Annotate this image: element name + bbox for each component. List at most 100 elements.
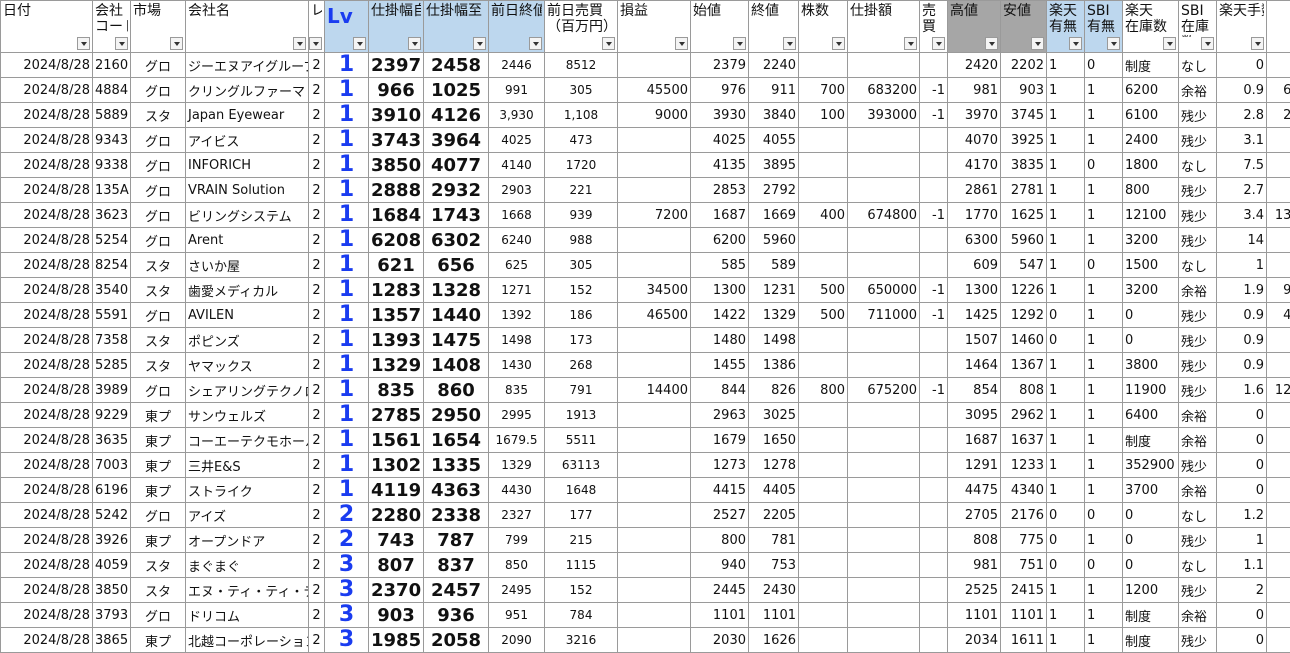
cell-high[interactable]: 981	[947, 77, 1001, 103]
cell-prev-close[interactable]: 625	[488, 252, 545, 278]
cell-rakuten-avail[interactable]: 1	[1046, 377, 1085, 403]
cell-fee-amount[interactable]: 0	[1266, 577, 1290, 603]
cell-company-code[interactable]: 4884	[92, 77, 131, 103]
filter-dropdown-icon[interactable]	[353, 37, 366, 50]
cell-company-code[interactable]: 3865	[92, 627, 131, 653]
cell-close[interactable]: 911	[748, 77, 799, 103]
cell-re[interactable]: 2	[308, 152, 325, 178]
cell-date[interactable]: 2024/8/28	[0, 477, 93, 503]
cell-open[interactable]: 1422	[690, 302, 749, 328]
cell-sbi-stock[interactable]: 余裕	[1178, 277, 1217, 303]
cell-rakuten-fee[interactable]: 0.9	[1216, 327, 1267, 353]
cell-company-code[interactable]: 3540	[92, 277, 131, 303]
cell-position-amount[interactable]: 675200	[847, 377, 920, 403]
cell-profit-loss[interactable]: 14400	[617, 377, 691, 403]
cell-level[interactable]: 1	[324, 427, 369, 453]
cell-shares[interactable]	[798, 252, 848, 278]
cell-shares[interactable]: 800	[798, 377, 848, 403]
cell-profit-loss[interactable]	[617, 502, 691, 528]
cell-close[interactable]: 2205	[748, 502, 799, 528]
cell-entry-to[interactable]: 860	[423, 377, 489, 403]
cell-entry-from[interactable]: 835	[368, 377, 424, 403]
cell-entry-from[interactable]: 1561	[368, 427, 424, 453]
cell-re[interactable]: 2	[308, 52, 325, 78]
cell-re[interactable]: 2	[308, 327, 325, 353]
cell-sbi-stock[interactable]: 残少	[1178, 527, 1217, 553]
cell-entry-to[interactable]: 1408	[423, 352, 489, 378]
cell-shares[interactable]	[798, 152, 848, 178]
cell-rakuten-fee[interactable]: 3.1	[1216, 127, 1267, 153]
cell-company-name[interactable]: エヌ・ティ・ティ・データ・イントラマート	[185, 577, 309, 603]
cell-sbi-avail[interactable]: 1	[1084, 402, 1123, 428]
filter-dropdown-icon[interactable]	[170, 37, 183, 50]
cell-sbi-stock[interactable]: 残少	[1178, 302, 1217, 328]
cell-low[interactable]: 5960	[1000, 227, 1047, 253]
cell-rakuten-stock[interactable]: 12100	[1122, 202, 1179, 228]
cell-low[interactable]: 3835	[1000, 152, 1047, 178]
cell-rakuten-avail[interactable]: 1	[1046, 452, 1085, 478]
cell-sbi-avail[interactable]: 0	[1084, 152, 1123, 178]
cell-prev-close[interactable]: 2495	[488, 577, 545, 603]
cell-profit-loss[interactable]: 46500	[617, 302, 691, 328]
cell-sbi-avail[interactable]: 1	[1084, 452, 1123, 478]
cell-rakuten-avail[interactable]: 1	[1046, 352, 1085, 378]
cell-position-amount[interactable]	[847, 127, 920, 153]
cell-sbi-avail[interactable]: 1	[1084, 577, 1123, 603]
cell-high[interactable]: 981	[947, 552, 1001, 578]
cell-market[interactable]: グロ	[130, 227, 186, 253]
cell-date[interactable]: 2024/8/28	[0, 602, 93, 628]
cell-entry-to[interactable]: 2058	[423, 627, 489, 653]
cell-profit-loss[interactable]	[617, 402, 691, 428]
cell-sbi-avail[interactable]: 1	[1084, 327, 1123, 353]
cell-prev-volume[interactable]: 152	[544, 277, 618, 303]
cell-shares[interactable]	[798, 452, 848, 478]
cell-company-code[interactable]: 5591	[92, 302, 131, 328]
cell-fee-amount[interactable]: 0	[1266, 452, 1290, 478]
cell-rakuten-stock[interactable]: 1200	[1122, 577, 1179, 603]
cell-rakuten-fee[interactable]: 1	[1216, 527, 1267, 553]
cell-side[interactable]	[919, 602, 948, 628]
cell-side[interactable]	[919, 252, 948, 278]
cell-close[interactable]: 1626	[748, 627, 799, 653]
cell-company-code[interactable]: 3793	[92, 602, 131, 628]
cell-level[interactable]: 1	[324, 352, 369, 378]
cell-rakuten-avail[interactable]: 0	[1046, 327, 1085, 353]
cell-profit-loss[interactable]	[617, 177, 691, 203]
cell-open[interactable]: 2963	[690, 402, 749, 428]
cell-prev-volume[interactable]: 268	[544, 352, 618, 378]
cell-sbi-stock[interactable]: なし	[1178, 502, 1217, 528]
cell-rakuten-avail[interactable]: 1	[1046, 102, 1085, 128]
cell-market[interactable]: スタ	[130, 352, 186, 378]
cell-high[interactable]: 3095	[947, 402, 1001, 428]
cell-position-amount[interactable]	[847, 577, 920, 603]
cell-market[interactable]: グロ	[130, 77, 186, 103]
cell-market[interactable]: スタ	[130, 327, 186, 353]
cell-profit-loss[interactable]	[617, 452, 691, 478]
cell-high[interactable]: 4070	[947, 127, 1001, 153]
cell-entry-from[interactable]: 1283	[368, 277, 424, 303]
cell-sbi-stock[interactable]: なし	[1178, 252, 1217, 278]
cell-side[interactable]	[919, 327, 948, 353]
cell-level[interactable]: 3	[324, 577, 369, 603]
cell-level[interactable]: 1	[324, 252, 369, 278]
cell-side[interactable]	[919, 477, 948, 503]
cell-rakuten-stock[interactable]: 6400	[1122, 402, 1179, 428]
cell-level[interactable]: 1	[324, 277, 369, 303]
cell-shares[interactable]	[798, 552, 848, 578]
cell-high[interactable]: 1464	[947, 352, 1001, 378]
cell-company-name[interactable]: 三井E&S	[185, 452, 309, 478]
cell-profit-loss[interactable]	[617, 152, 691, 178]
cell-prev-volume[interactable]: 152	[544, 577, 618, 603]
filter-dropdown-icon[interactable]	[529, 37, 542, 50]
cell-close[interactable]: 1231	[748, 277, 799, 303]
cell-date[interactable]: 2024/8/28	[0, 402, 93, 428]
cell-rakuten-fee[interactable]: 0.9	[1216, 352, 1267, 378]
cell-market[interactable]: グロ	[130, 602, 186, 628]
cell-company-code[interactable]: 8254	[92, 252, 131, 278]
cell-prev-close[interactable]: 1679.5	[488, 427, 545, 453]
cell-position-amount[interactable]	[847, 177, 920, 203]
cell-fee-amount[interactable]: 0	[1266, 527, 1290, 553]
cell-side[interactable]	[919, 452, 948, 478]
cell-open[interactable]: 2853	[690, 177, 749, 203]
cell-company-name[interactable]: ストライク	[185, 477, 309, 503]
